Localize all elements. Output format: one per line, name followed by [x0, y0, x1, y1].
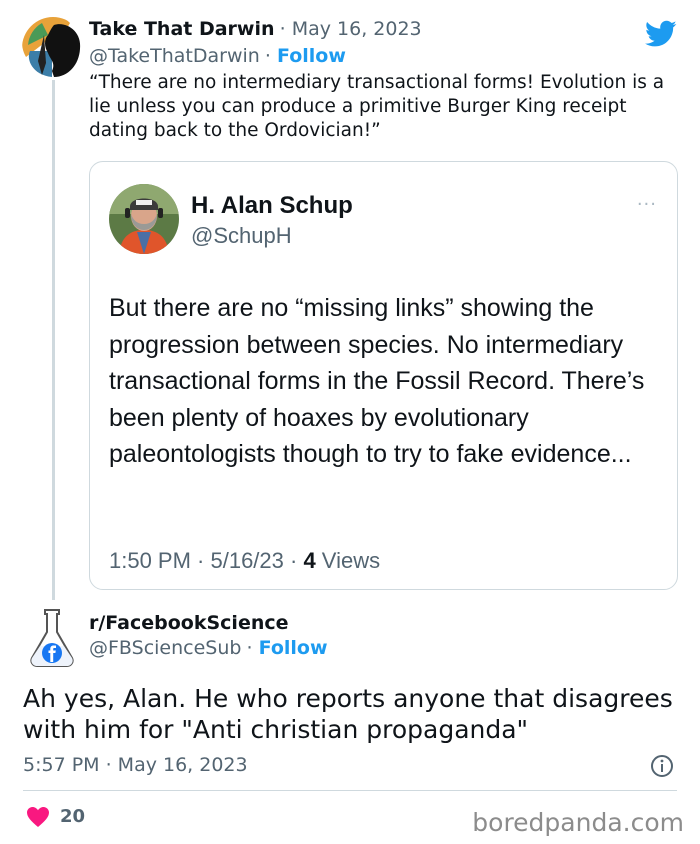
tweet2-follow-button[interactable]: Follow [259, 637, 328, 659]
avatar-schuph[interactable] [109, 184, 179, 254]
quoted-tweet-time: 1:50 PM · 5/16/23 · [109, 548, 304, 573]
tweet2-header: r/FacebookScience [89, 612, 289, 634]
quoted-tweet-footer: 1:50 PM · 5/16/23 · 4 Views [109, 548, 380, 574]
quoted-tweet-card[interactable]: H. Alan Schup @SchupH ··· But there are … [89, 161, 678, 590]
tweet2-timestamp[interactable]: 5:57 PM · May 16, 2023 [23, 754, 248, 776]
tweet1-text: “There are no intermediary transactional… [89, 72, 665, 141]
tweet1-subheader: @TakeThatDarwin · Follow [89, 45, 346, 67]
tweet1-follow-button[interactable]: Follow [277, 45, 346, 67]
like-count: 20 [60, 806, 86, 827]
twitter-bird-icon[interactable] [645, 20, 677, 48]
tweet2-author-name[interactable]: r/FacebookScience [89, 612, 289, 634]
heart-icon[interactable] [26, 806, 50, 828]
tweet2-text: Ah yes, Alan. He who reports anyone that… [23, 684, 673, 744]
separator-dot: · [264, 45, 277, 67]
separator-dot: · [279, 18, 292, 40]
tweet1-date[interactable]: May 16, 2023 [292, 18, 422, 40]
boredpanda-watermark: boredpanda.com [472, 808, 684, 837]
tweet2-handle[interactable]: @FBScienceSub [89, 637, 241, 659]
quoted-author-name[interactable]: H. Alan Schup [191, 192, 353, 220]
tweet1-author-name[interactable]: Take That Darwin [89, 18, 275, 40]
quoted-views-label: Views [315, 548, 381, 573]
tweet1-handle[interactable]: @TakeThatDarwin [89, 45, 260, 67]
tweet1-header: Take That Darwin · May 16, 2023 [89, 18, 422, 40]
avatar-takethatdarwin[interactable] [22, 17, 84, 79]
separator-dot: · [246, 637, 259, 659]
divider [23, 790, 677, 791]
more-dots-icon[interactable]: ··· [637, 194, 657, 215]
thread-connector [52, 80, 55, 600]
quoted-views-count: 4 [303, 548, 316, 573]
avatar-facebookscience[interactable] [28, 606, 76, 668]
quoted-tweet-text: But there are no “missing links” showing… [109, 294, 645, 468]
tweet2-subheader: @FBScienceSub · Follow [89, 637, 328, 659]
info-icon[interactable] [650, 754, 674, 778]
quoted-author-handle[interactable]: @SchupH [191, 223, 292, 249]
